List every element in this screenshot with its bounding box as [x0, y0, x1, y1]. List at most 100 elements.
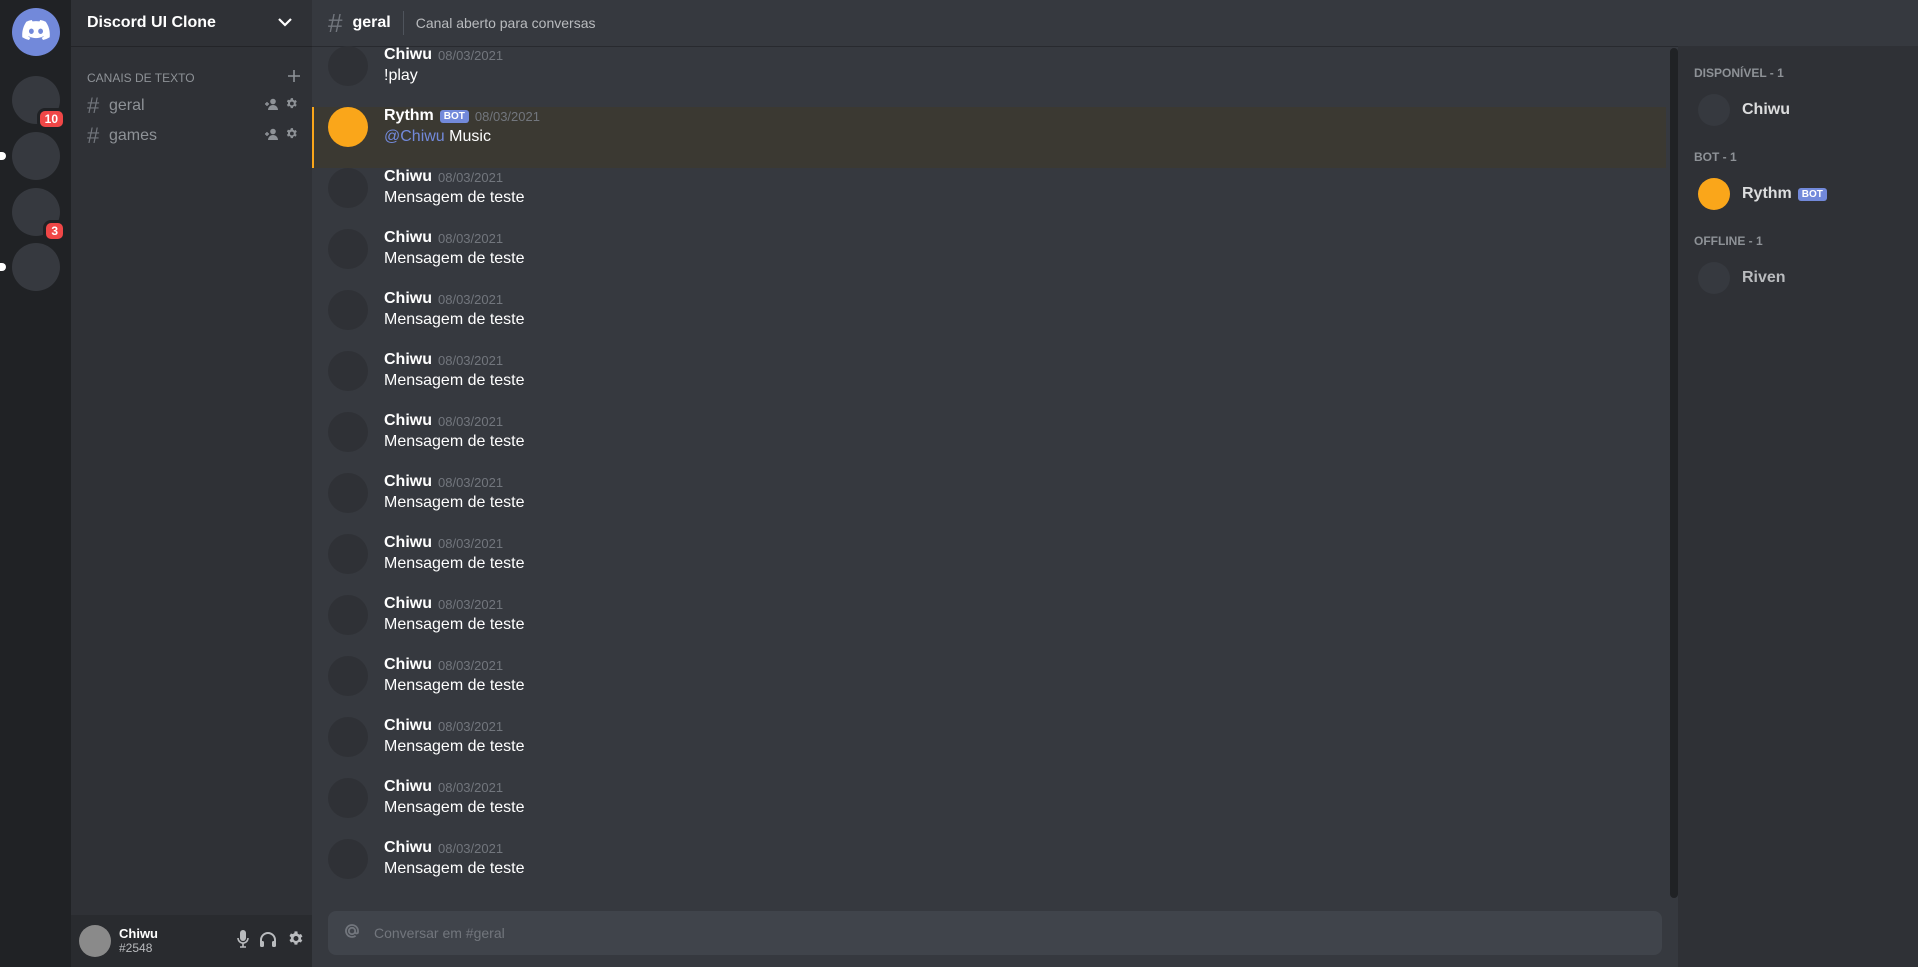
message-item: Chiwu 08/03/2021 Mensagem de teste — [312, 717, 1666, 778]
gear-icon[interactable] — [285, 127, 298, 145]
message-text: Mensagem de teste — [384, 738, 525, 755]
channel-item-geral[interactable]: # geral — [79, 91, 304, 121]
app-window: 10 3 Discord UI Clone Canais de texto # … — [0, 0, 1918, 967]
server-icon-3[interactable]: 3 — [12, 188, 66, 242]
channel-topic: Canal aberto para conversas — [415, 15, 596, 31]
message-text: @Chiwu Music — [384, 128, 540, 146]
invite-icon[interactable] — [265, 97, 279, 115]
avatar[interactable] — [328, 46, 368, 86]
message-list[interactable]: Chiwu 08/03/2021 !play Rythm BOT 08/03/2… — [312, 46, 1678, 895]
message-text: Mensagem de teste — [384, 494, 525, 511]
message-author[interactable]: Chiwu — [384, 290, 432, 308]
avatar[interactable] — [328, 778, 368, 818]
server-name: Discord UI Clone — [87, 14, 216, 31]
message-date: 08/03/2021 — [438, 352, 504, 368]
message-input-bar — [312, 895, 1678, 967]
message-author[interactable]: Chiwu — [384, 168, 432, 186]
add-channel-icon[interactable] — [288, 70, 300, 85]
message-author[interactable]: Chiwu — [384, 229, 432, 247]
message-author[interactable]: Rythm — [384, 107, 434, 125]
message-input-box — [328, 911, 1662, 955]
message-date: 08/03/2021 — [438, 535, 504, 551]
avatar[interactable] — [328, 290, 368, 330]
message-date: 08/03/2021 — [438, 291, 504, 307]
message-text: Mensagem de teste — [384, 677, 525, 694]
microphone-icon[interactable] — [237, 929, 249, 953]
avatar[interactable] — [328, 473, 368, 513]
avatar[interactable] — [328, 107, 368, 147]
avatar[interactable] — [328, 656, 368, 696]
message-author[interactable]: Chiwu — [384, 717, 432, 735]
message-item: Chiwu 08/03/2021 Mensagem de teste — [312, 351, 1666, 412]
message-author[interactable]: Chiwu — [384, 656, 432, 674]
avatar[interactable] — [328, 229, 368, 269]
message-input[interactable] — [374, 925, 1648, 941]
member-group-title: Offline - 1 — [1694, 234, 1763, 248]
avatar[interactable] — [328, 595, 368, 635]
message-text: Mensagem de teste — [384, 433, 525, 450]
message-item: Chiwu 08/03/2021 Mensagem de teste — [312, 290, 1666, 351]
message-author[interactable]: Chiwu — [384, 839, 432, 857]
notification-badge: 3 — [43, 220, 66, 242]
member-group-title: Disponível - 1 — [1694, 66, 1784, 80]
channel-name: geral — [109, 97, 145, 114]
message-text: Mensagem de teste — [384, 372, 525, 389]
home-button[interactable] — [12, 8, 60, 56]
server-icon-2[interactable] — [12, 132, 60, 180]
invite-icon[interactable] — [265, 127, 279, 145]
message-date: 08/03/2021 — [438, 169, 504, 185]
message-item: Chiwu 08/03/2021 Mensagem de teste — [312, 839, 1666, 895]
member-name: Chiwu — [1742, 101, 1790, 118]
avatar[interactable] — [328, 839, 368, 879]
gear-icon[interactable] — [285, 97, 298, 115]
message-author[interactable]: Chiwu — [384, 412, 432, 430]
user-mention[interactable]: @Chiwu — [384, 128, 445, 145]
avatar[interactable] — [328, 412, 368, 452]
avatar[interactable] — [328, 534, 368, 574]
message-date: 08/03/2021 — [438, 230, 504, 246]
message-date: 08/03/2021 — [438, 474, 504, 490]
message-date: 08/03/2021 — [438, 657, 504, 673]
member-item[interactable]: Riven — [1694, 256, 1910, 300]
message-text: Mensagem de teste — [384, 860, 525, 877]
message-author[interactable]: Chiwu — [384, 46, 432, 64]
avatar[interactable] — [328, 717, 368, 757]
message-item: Chiwu 08/03/2021 Mensagem de teste — [312, 168, 1666, 229]
member-list: Disponível - 1 Chiwu Bot - 1 Rythm BOT O… — [1678, 46, 1918, 967]
channel-item-games[interactable]: # games — [79, 121, 304, 151]
message-author[interactable]: Chiwu — [384, 778, 432, 796]
server-icon-1[interactable]: 10 — [12, 76, 66, 130]
user-info: Chiwu #2548 — [119, 926, 237, 956]
at-sign-icon[interactable] — [342, 921, 362, 946]
message-item: Chiwu 08/03/2021 Mensagem de teste — [312, 595, 1666, 656]
server-icon-4[interactable] — [12, 243, 60, 291]
avatar[interactable] — [328, 351, 368, 391]
unread-indicator — [0, 263, 6, 271]
message-author[interactable]: Chiwu — [384, 351, 432, 369]
avatar[interactable] — [328, 168, 368, 208]
message-author[interactable]: Chiwu — [384, 473, 432, 491]
message-item: Chiwu 08/03/2021 Mensagem de teste — [312, 656, 1666, 717]
scrollbar[interactable] — [1670, 48, 1678, 898]
avatar[interactable] — [79, 925, 111, 957]
message-date: 08/03/2021 — [438, 718, 504, 734]
message-author[interactable]: Chiwu — [384, 595, 432, 613]
message-date: 08/03/2021 — [438, 840, 504, 856]
gear-icon[interactable] — [287, 930, 304, 952]
headphones-icon[interactable] — [259, 931, 277, 952]
message-text: Mensagem de teste — [384, 311, 525, 328]
unread-indicator — [0, 152, 6, 160]
member-name: Rythm — [1742, 185, 1792, 202]
server-header[interactable]: Discord UI Clone — [71, 0, 312, 46]
member-item[interactable]: Chiwu — [1694, 88, 1910, 132]
channel-category[interactable]: Canais de texto — [71, 46, 312, 91]
user-panel: Chiwu #2548 — [71, 915, 312, 967]
message-author[interactable]: Chiwu — [384, 534, 432, 552]
member-item[interactable]: Rythm BOT — [1694, 172, 1910, 216]
message-date: 08/03/2021 — [438, 596, 504, 612]
message-item: Chiwu 08/03/2021 Mensagem de teste — [312, 229, 1666, 290]
channel-title: geral — [352, 14, 391, 31]
message-content: Music — [449, 128, 491, 145]
avatar — [1698, 262, 1730, 294]
discord-logo-icon — [22, 19, 50, 45]
